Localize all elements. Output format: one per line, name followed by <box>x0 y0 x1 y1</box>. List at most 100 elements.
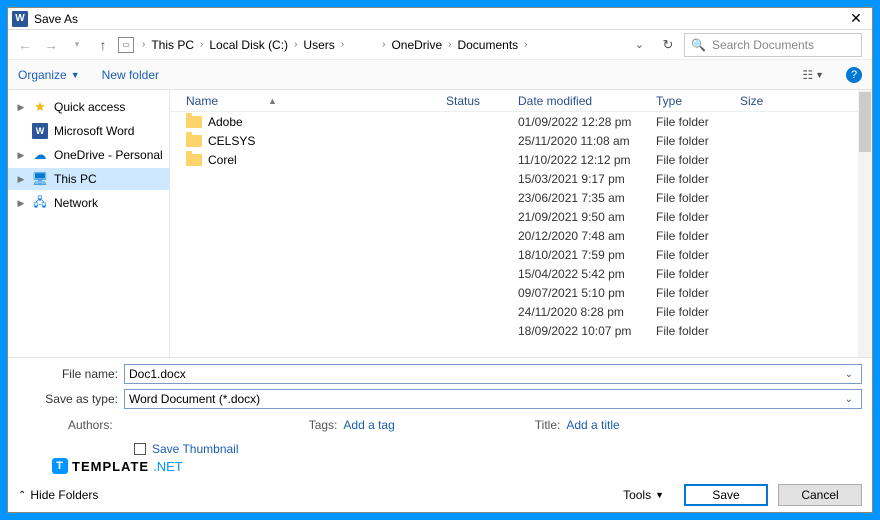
sidebar-item-onedrive-personal[interactable]: ▶☁OneDrive - Personal <box>8 144 169 166</box>
search-placeholder: Search Documents <box>712 38 814 52</box>
file-name: Corel <box>208 153 237 167</box>
file-type: File folder <box>656 286 740 300</box>
refresh-icon[interactable]: ↻ <box>656 37 680 53</box>
table-row[interactable]: 18/09/2022 10:07 pmFile folder <box>170 321 872 340</box>
window-title: Save As <box>34 12 844 26</box>
crumb[interactable] <box>348 43 378 47</box>
crumb[interactable]: Local Disk (C:) <box>207 36 290 54</box>
table-row[interactable]: Corel 11/10/2022 12:12 pmFile folder <box>170 150 872 169</box>
save-button[interactable]: Save <box>684 484 768 506</box>
close-icon[interactable]: ✕ <box>844 10 868 27</box>
recent-dropdown-icon[interactable]: ▾ <box>66 34 88 56</box>
date-modified: 09/07/2021 5:10 pm <box>518 286 656 300</box>
save-type-select[interactable]: Word Document (*.docx) ⌄ <box>124 389 862 409</box>
up-icon[interactable]: ↑ <box>92 34 114 56</box>
file-type: File folder <box>656 305 740 319</box>
tools-menu[interactable]: Tools ▼ <box>623 488 664 502</box>
sidebar-item-this-pc[interactable]: ▶🖥This PC <box>8 168 169 190</box>
file-type: File folder <box>656 248 740 262</box>
bottom-panel: File name: Doc1.docx ⌄ Save as type: Wor… <box>8 358 872 478</box>
col-type[interactable]: Type <box>656 94 740 108</box>
table-row[interactable]: 24/11/2020 8:28 pmFile folder <box>170 302 872 321</box>
hide-folders-toggle[interactable]: ⌃ Hide Folders <box>18 488 613 502</box>
col-name[interactable]: Name <box>186 94 218 108</box>
breadcrumb[interactable]: › This PC › Local Disk (C:) › Users › › … <box>138 33 623 57</box>
file-type: File folder <box>656 267 740 281</box>
save-as-dialog: W Save As ✕ ← → ▾ ↑ ▭ › This PC › Local … <box>7 7 873 513</box>
file-name: Adobe <box>208 115 243 129</box>
footer: ⌃ Hide Folders Tools ▼ Save Cancel <box>8 478 872 512</box>
view-options-icon[interactable]: ☷ ▼ <box>802 68 824 82</box>
sidebar-item-label: OneDrive - Personal <box>54 148 163 162</box>
folder-icon <box>186 116 202 128</box>
net-icon: 🖧 <box>32 195 48 211</box>
date-modified: 24/11/2020 8:28 pm <box>518 305 656 319</box>
file-type: File folder <box>656 153 740 167</box>
table-row[interactable]: Adobe 01/09/2022 12:28 pmFile folder <box>170 112 872 131</box>
expand-icon[interactable]: ▶ <box>16 102 26 113</box>
file-name: CELSYS <box>208 134 255 148</box>
cancel-button[interactable]: Cancel <box>778 484 862 506</box>
sidebar-item-label: Network <box>54 196 98 210</box>
search-input[interactable]: 🔍 Search Documents <box>684 33 862 57</box>
table-row[interactable]: 23/06/2021 7:35 amFile folder <box>170 188 872 207</box>
col-date[interactable]: Date modified <box>518 94 656 108</box>
table-row[interactable]: 20/12/2020 7:48 amFile folder <box>170 226 872 245</box>
save-thumbnail-label: Save Thumbnail <box>152 442 239 456</box>
chevron-right-icon: › <box>294 39 297 50</box>
table-row[interactable]: 15/03/2021 9:17 pmFile folder <box>170 169 872 188</box>
file-name-input[interactable]: Doc1.docx ⌄ <box>124 364 862 384</box>
location-icon[interactable]: ▭ <box>118 37 134 53</box>
expand-icon[interactable]: ▶ <box>16 198 26 209</box>
file-type: File folder <box>656 134 740 148</box>
help-icon[interactable]: ? <box>846 67 862 83</box>
template-net-logo: T TEMPLATE.NET <box>18 458 862 474</box>
new-folder-button[interactable]: New folder <box>102 68 159 82</box>
sidebar-item-network[interactable]: ▶ 🖧 Network <box>8 192 169 214</box>
table-row[interactable]: CELSYS25/11/2020 11:08 amFile folder <box>170 131 872 150</box>
sidebar: ▶★Quick accessWMicrosoft Word▶☁OneDrive … <box>8 90 170 357</box>
toolbar: Organize ▼ New folder ☷ ▼ ? <box>8 60 872 90</box>
chevron-down-icon[interactable]: ⌄ <box>841 369 857 380</box>
sidebar-item-quick-access[interactable]: ▶★Quick access <box>8 96 169 118</box>
file-type: File folder <box>656 115 740 129</box>
expand-icon[interactable]: ▶ <box>16 174 26 185</box>
col-status[interactable]: Status <box>446 94 518 108</box>
navbar: ← → ▾ ↑ ▭ › This PC › Local Disk (C:) › … <box>8 30 872 60</box>
crumb[interactable]: OneDrive <box>389 36 444 54</box>
crumb[interactable]: This PC <box>149 36 196 54</box>
date-modified: 18/10/2021 7:59 pm <box>518 248 656 262</box>
organize-menu[interactable]: Organize ▼ <box>18 68 80 82</box>
table-row[interactable]: 09/07/2021 5:10 pmFile folder <box>170 283 872 302</box>
col-size[interactable]: Size <box>740 94 800 108</box>
sidebar-item-microsoft-word[interactable]: WMicrosoft Word <box>8 120 169 142</box>
file-type: File folder <box>656 324 740 338</box>
file-rows: Adobe01/09/2022 12:28 pmFile folderCELSY… <box>170 112 872 340</box>
table-row[interactable]: 15/04/2022 5:42 pmFile folder <box>170 264 872 283</box>
date-modified: 15/03/2021 9:17 pm <box>518 172 656 186</box>
crumb[interactable]: Documents <box>455 36 520 54</box>
date-modified: 01/09/2022 12:28 pm <box>518 115 656 129</box>
chevron-down-icon[interactable]: ⌄ <box>841 394 857 405</box>
sidebar-item-label: This PC <box>54 172 97 186</box>
star-icon: ★ <box>32 99 48 115</box>
scroll-thumb[interactable] <box>859 92 871 152</box>
save-thumbnail-checkbox[interactable] <box>134 443 146 455</box>
forward-icon[interactable]: → <box>40 34 62 56</box>
table-row[interactable]: 18/10/2021 7:59 pmFile folder <box>170 245 872 264</box>
chevron-down-icon: ▼ <box>655 490 664 500</box>
date-modified: 18/09/2022 10:07 pm <box>518 324 656 338</box>
column-headers[interactable]: Name ▲ Status Date modified Type Size <box>170 90 872 112</box>
date-modified: 15/04/2022 5:42 pm <box>518 267 656 281</box>
chevron-right-icon: › <box>524 39 527 50</box>
scrollbar[interactable] <box>858 90 872 357</box>
crumb[interactable]: Users <box>301 36 336 54</box>
tags-value[interactable]: Add a tag <box>343 418 394 432</box>
title-value[interactable]: Add a title <box>566 418 619 432</box>
table-row[interactable]: 21/09/2021 9:50 amFile folder <box>170 207 872 226</box>
expand-icon[interactable]: ▶ <box>16 150 26 161</box>
back-icon[interactable]: ← <box>14 34 36 56</box>
sort-asc-icon: ▲ <box>268 96 277 106</box>
date-modified: 11/10/2022 12:12 pm <box>518 153 656 167</box>
address-dropdown-icon[interactable]: ⌄ <box>627 38 652 51</box>
